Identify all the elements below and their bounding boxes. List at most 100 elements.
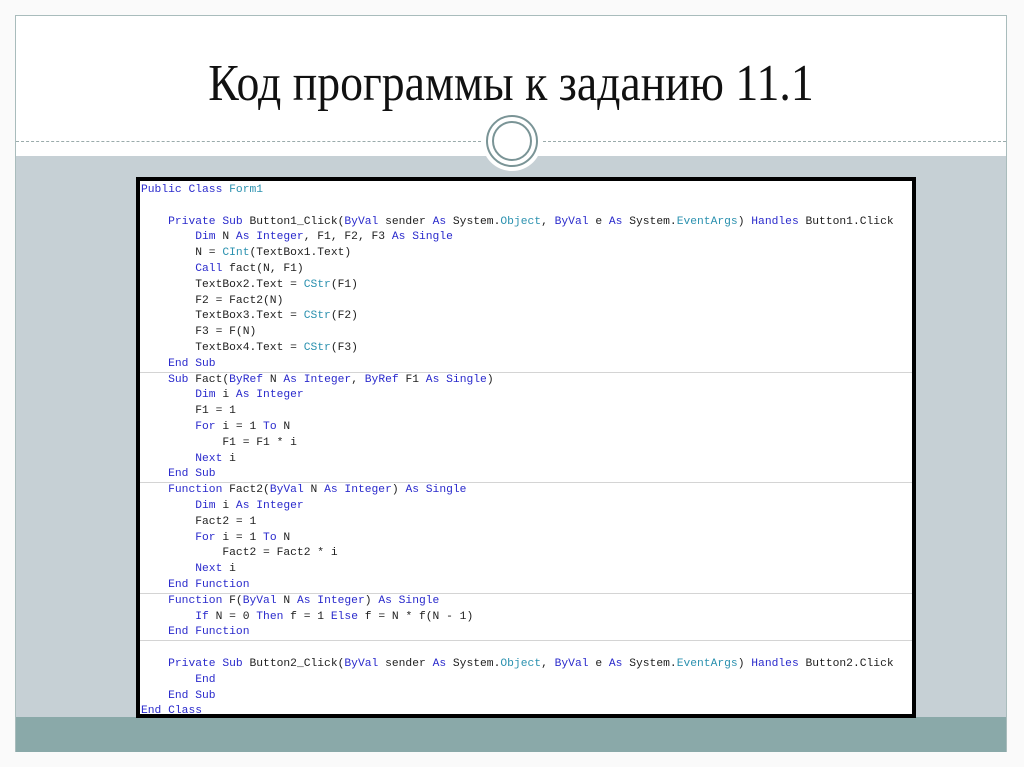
code-text: , bbox=[351, 373, 365, 386]
divider-left bbox=[16, 141, 481, 142]
code-keyword: As Integer bbox=[283, 373, 352, 386]
code-text: (TextBox1.Text) bbox=[249, 247, 352, 260]
code-keyword: End Sub bbox=[168, 468, 216, 481]
code-keyword: As Integer bbox=[324, 484, 392, 497]
code-keyword: As bbox=[608, 215, 630, 228]
code-text: sender bbox=[385, 657, 433, 670]
code-line: TextBox2.Text = CStr(F1) bbox=[140, 278, 912, 294]
code-text: , bbox=[541, 215, 555, 228]
code-keyword: Call bbox=[195, 262, 230, 275]
code-text: Button1_Click( bbox=[249, 215, 345, 228]
code-keyword: Next bbox=[195, 452, 230, 465]
code-keyword: Dim bbox=[195, 389, 223, 402]
code-keyword: Private Sub bbox=[168, 215, 250, 228]
code-keyword: Next bbox=[195, 563, 230, 576]
code-line: Private Sub Button1_Click( ByVal sender A… bbox=[140, 215, 912, 231]
code-keyword: Handles bbox=[751, 657, 806, 670]
slide-title: Код программы к заданию 11.1 bbox=[208, 55, 814, 112]
code-keyword: ByRef bbox=[364, 373, 406, 386]
code-type: CStr bbox=[303, 278, 331, 291]
code-line: Next i bbox=[140, 562, 912, 578]
code-line: End bbox=[140, 673, 912, 689]
code-line: Sub Fact(ByRef N As Integer, ByRef F1 As… bbox=[140, 371, 912, 389]
divider-right bbox=[543, 141, 1006, 142]
code-text: i bbox=[229, 563, 236, 576]
code-keyword: To bbox=[263, 531, 284, 544]
code-line: F2 = Fact2(N) bbox=[140, 294, 912, 310]
code-text: F2 = Fact2(N) bbox=[141, 294, 284, 307]
code-text: (F3) bbox=[330, 341, 358, 354]
code-line: TextBox3.Text = CStr(F2) bbox=[140, 309, 912, 325]
code-line: TextBox4.Text = CStr(F3) bbox=[140, 341, 912, 357]
code-screenshot: Public Class Form1 Private Sub Button1_C… bbox=[136, 177, 916, 718]
code-text: Fact2 = Fact2 * i bbox=[141, 547, 338, 560]
code-text: System. bbox=[452, 657, 501, 670]
code-keyword: Sub bbox=[168, 373, 196, 386]
code-text: i bbox=[222, 499, 236, 512]
code-type: CStr bbox=[303, 310, 331, 323]
code-keyword: End Class bbox=[141, 705, 203, 718]
code-line: If N = 0 Then f = 1 Else f = N * f(N - 1… bbox=[140, 610, 912, 626]
code-line: Private Sub Button2_Click(ByVal sender A… bbox=[140, 657, 912, 673]
code-text: (F2) bbox=[330, 310, 358, 323]
code-text: Fact2( bbox=[229, 484, 270, 497]
code-text: TextBox2.Text = bbox=[141, 278, 304, 291]
code-text: ) bbox=[737, 657, 752, 670]
code-text: ) bbox=[737, 215, 752, 228]
code-type: EventArgs bbox=[676, 657, 738, 670]
code-text: Fact( bbox=[195, 373, 230, 386]
code-text: , bbox=[541, 657, 555, 670]
code-keyword: Function bbox=[168, 594, 230, 607]
code-text: sender bbox=[385, 215, 433, 228]
code-text: i bbox=[222, 389, 236, 402]
code-listing: Public Class Form1 Private Sub Button1_C… bbox=[140, 183, 912, 718]
code-line: F1 = F1 * i bbox=[140, 436, 912, 452]
code-keyword: ByVal bbox=[554, 215, 596, 228]
code-line: Dim i As Integer bbox=[140, 499, 912, 515]
code-text: fact(N, F1) bbox=[229, 262, 304, 275]
code-text: f = N * f(N - 1) bbox=[364, 610, 474, 623]
code-keyword: As Single bbox=[425, 373, 487, 386]
code-keyword: As Single bbox=[405, 484, 467, 497]
code-keyword: As Single bbox=[378, 594, 440, 607]
code-type: CStr bbox=[303, 341, 331, 354]
code-line: Function Fact2(ByVal N As Integer) As Si… bbox=[140, 482, 912, 499]
code-text: TextBox4.Text = bbox=[141, 341, 304, 354]
code-keyword: Function bbox=[168, 484, 230, 497]
outer-ring bbox=[486, 115, 538, 167]
code-text: N bbox=[222, 231, 236, 244]
code-keyword: As Single bbox=[391, 231, 453, 244]
code-text: ) bbox=[391, 484, 406, 497]
code-line bbox=[140, 640, 912, 657]
code-keyword: ByVal bbox=[344, 657, 386, 670]
code-keyword: End bbox=[195, 673, 216, 686]
code-keyword: Private Sub bbox=[168, 657, 250, 670]
code-line: Fact2 = 1 bbox=[140, 515, 912, 531]
code-keyword: For bbox=[195, 531, 223, 544]
code-line: Call fact(N, F1) bbox=[140, 262, 912, 278]
code-text: i = 1 bbox=[222, 531, 264, 544]
code-keyword: ByVal bbox=[242, 594, 284, 607]
code-text: F( bbox=[229, 594, 243, 607]
code-line: Public Class Form1 bbox=[140, 183, 912, 199]
footer-band bbox=[16, 717, 1006, 752]
code-keyword: Public Class bbox=[141, 184, 230, 196]
code-text: N bbox=[283, 420, 291, 433]
code-line: Function F(ByVal N As Integer) As Single bbox=[140, 592, 912, 610]
code-line: F3 = F(N) bbox=[140, 325, 912, 341]
code-text: N bbox=[310, 484, 325, 497]
code-text: F1 bbox=[405, 373, 426, 386]
code-keyword: For bbox=[195, 420, 223, 433]
code-line: End Sub bbox=[140, 467, 912, 483]
